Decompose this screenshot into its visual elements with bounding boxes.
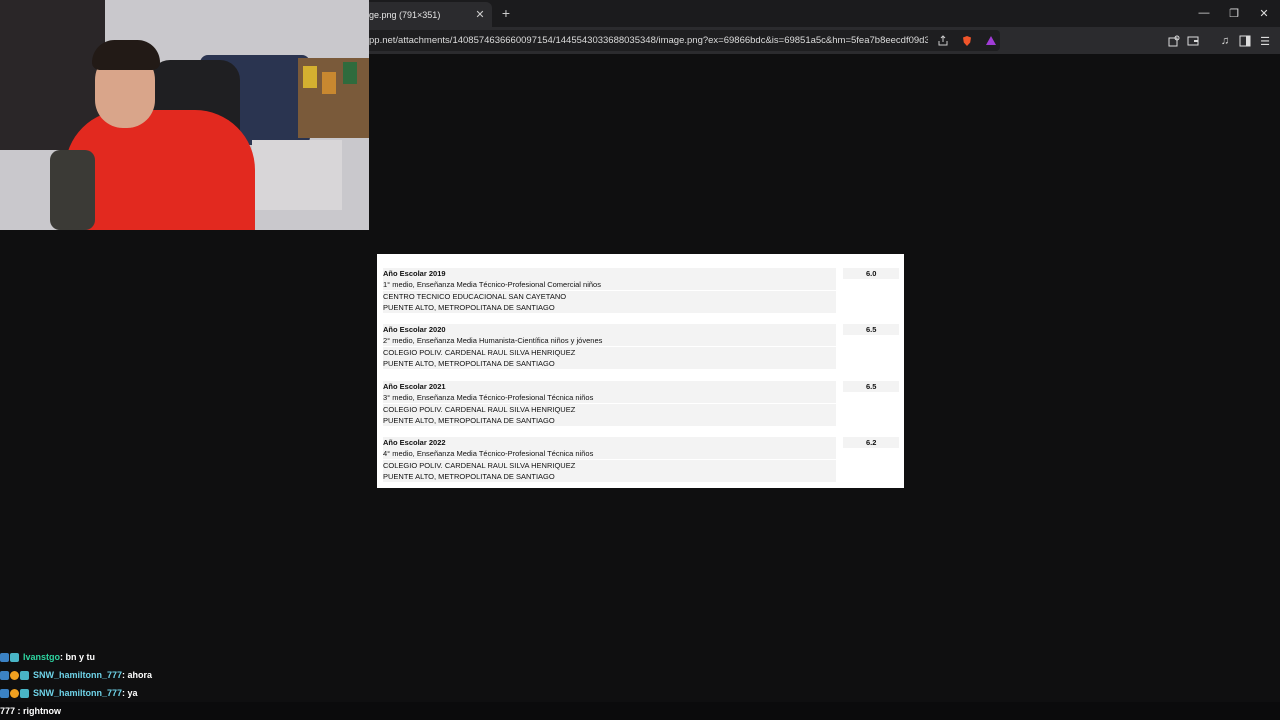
school-records-image: Año Escolar 2019 1° medio, Enseñanza Med… [377,254,904,488]
record-grade: 6.0 [843,268,899,279]
record-2022: Año Escolar 2022 4° medio, Enseñanza Med… [383,437,899,482]
webcam-drawer [252,140,342,210]
webcam-person-hair [92,40,160,70]
sidebar-icon[interactable] [1236,32,1254,50]
record-year: Año Escolar 2022 [383,437,893,448]
badge-icon [20,670,29,680]
media-icon[interactable]: ♫ [1216,32,1234,50]
chat-partial-line: 777 : rightnow [0,702,1280,720]
badge-icon [0,652,9,662]
record-2019: Año Escolar 2019 1° medio, Enseñanza Med… [383,268,899,313]
new-tab-icon[interactable]: + [498,5,514,21]
address-bar[interactable]: pp.net/attachments/1408574636660097154/1… [355,30,1000,51]
chat-message: SNW_hamiltonn_777 : ahora [0,666,400,684]
webcam-overlay [0,0,369,230]
chat-partial-text: 777 : rightnow [0,706,62,716]
wallet-icon[interactable] [1184,32,1202,50]
record-location: PUENTE ALTO, METROPOLITANA DE SANTIAGO [383,301,893,313]
record-school: COLEGIO POLIV. CARDENAL RAUL SILVA HENRI… [383,403,893,415]
chat-message: Ivanstgo : bn y tu [0,648,400,666]
stream-chat: Ivanstgo : bn y tu SNW_hamiltonn_777 : a… [0,648,400,702]
webcam-microphone [50,150,95,230]
badge-icon [10,688,19,698]
record-grade: 6.5 [843,381,899,392]
chat-message: SNW_hamiltonn_777 : ya [0,684,400,702]
record-year: Año Escolar 2021 [383,381,893,392]
restore-icon[interactable]: ❐ [1220,4,1248,22]
rewards-icon[interactable] [982,32,1000,50]
tab-close-icon[interactable]: ✕ [472,7,488,23]
record-grade: 6.2 [843,437,899,448]
record-year: Año Escolar 2020 [383,324,893,335]
record-location: PUENTE ALTO, METROPOLITANA DE SANTIAGO [383,357,893,369]
record-level: 2° medio, Enseñanza Media Humanista-Cien… [383,335,893,347]
share-icon[interactable] [934,32,952,50]
close-window-icon[interactable]: ✕ [1250,4,1278,22]
minimize-icon[interactable]: — [1190,4,1218,22]
brave-shield-icon[interactable] [958,32,976,50]
record-2020: Año Escolar 2020 2° medio, Enseñanza Med… [383,324,899,369]
chat-text: : ahora [122,670,153,680]
record-grade: 6.5 [843,324,899,335]
record-level: 1° medio, Enseñanza Media Técnico-Profes… [383,279,893,291]
menu-icon[interactable]: ☰ [1256,32,1274,50]
record-level: 3° medio, Enseñanza Media Técnico-Profes… [383,392,893,404]
tab-image[interactable]: ge.png (791×351) ✕ [360,2,492,27]
chat-username: Ivanstgo [23,652,61,662]
tab-title: ge.png (791×351) [369,9,441,20]
chat-username: SNW_hamiltonn_777 [33,670,123,680]
badge-icon [20,688,29,698]
badge-icon [10,652,19,662]
webcam-figure [322,72,336,94]
webcam-figure [343,62,357,84]
record-school: COLEGIO POLIV. CARDENAL RAUL SILVA HENRI… [383,459,893,471]
badge-icon [0,688,9,698]
record-2021: Año Escolar 2021 3° medio, Enseñanza Med… [383,381,899,426]
record-location: PUENTE ALTO, METROPOLITANA DE SANTIAGO [383,414,893,426]
chat-text: : bn y tu [60,652,96,662]
url-text[interactable]: pp.net/attachments/1408574636660097154/1… [369,35,928,46]
webcam-figure [303,66,317,88]
record-school: CENTRO TECNICO EDUCACIONAL SAN CAYETANO [383,290,893,302]
record-location: PUENTE ALTO, METROPOLITANA DE SANTIAGO [383,470,893,482]
badge-icon [0,670,9,680]
chat-username: SNW_hamiltonn_777 [33,688,123,698]
extensions-icon[interactable] [1165,32,1183,50]
record-level: 4° medio, Enseñanza Media Técnico-Profes… [383,448,893,460]
badge-icon [10,670,19,680]
chat-text: : ya [122,688,138,698]
record-school: COLEGIO POLIV. CARDENAL RAUL SILVA HENRI… [383,346,893,358]
record-year: Año Escolar 2019 [383,268,893,279]
